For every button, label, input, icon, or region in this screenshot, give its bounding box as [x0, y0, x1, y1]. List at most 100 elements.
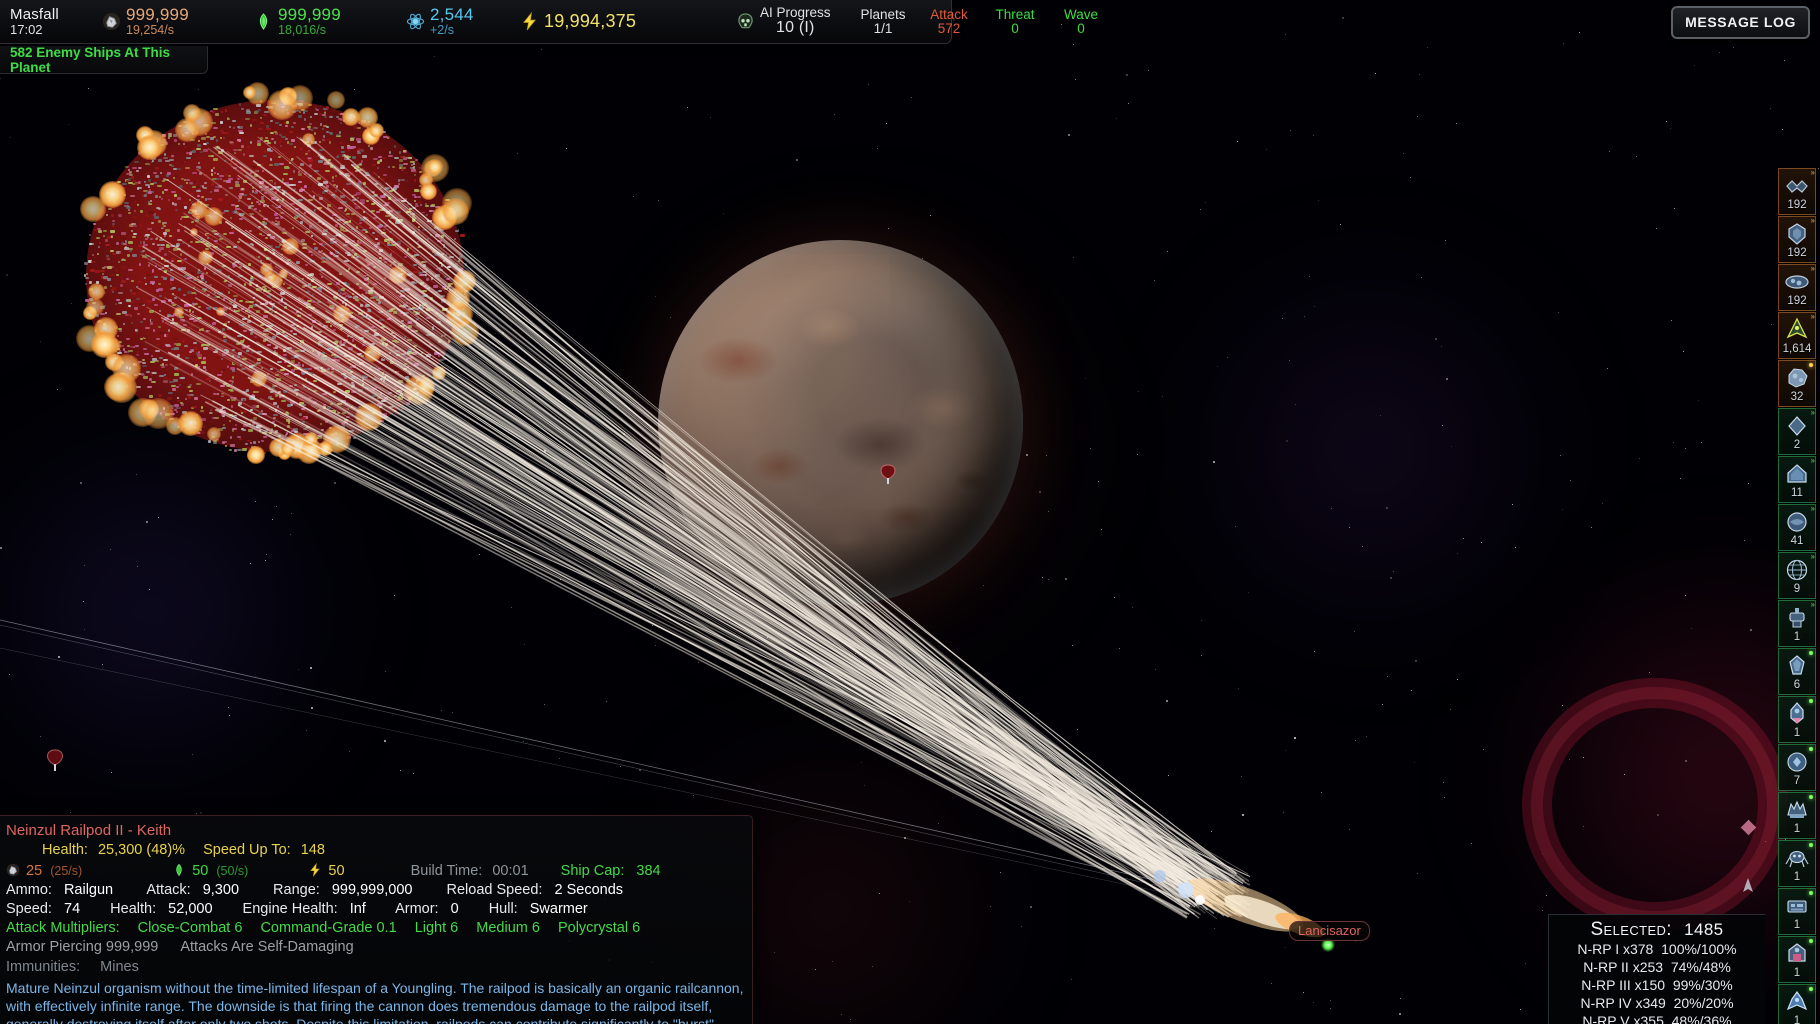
stat-attack-label: Attack	[930, 6, 968, 22]
game-clock: 17:02	[10, 21, 43, 37]
sidebar-item-dome-structure[interactable]: » 11	[1778, 456, 1816, 503]
resource-crystal[interactable]: 999,999 18,016/s	[254, 6, 402, 36]
sidebar-item-count: 1	[1793, 919, 1801, 931]
sidebar-item-count: 1	[1793, 823, 1801, 835]
shield-ship-icon	[1788, 223, 1806, 245]
selected-row: N-RP IV x349 20%/20%	[1549, 995, 1765, 1013]
multiplier-4: Polycrystal 6	[557, 920, 641, 937]
sidebar-item-globe-station[interactable]: » 9	[1778, 552, 1816, 599]
planet-structure-icon[interactable]	[879, 463, 897, 485]
selected-row-stats: 20%/20%	[1673, 994, 1734, 1011]
sidebar-item-shield-ship[interactable]: » 192	[1778, 216, 1816, 263]
build-time-label: Build Time:	[410, 862, 483, 879]
self-damaging: Attacks Are Self-Damaging	[180, 939, 354, 956]
ship-cost-row: 25 (25/s) 50 (50/s) 50 Build Time: 00:01…	[6, 862, 744, 881]
crystal-station-icon	[1789, 655, 1805, 675]
sidebar-item-count: 6	[1793, 679, 1801, 691]
selected-units-panel: Selected: 1485 N-RP I x378 100%/100% N-RP…	[1548, 914, 1765, 1024]
sidebar-item-count: 192	[1787, 295, 1807, 307]
planet[interactable]	[658, 240, 1023, 605]
sidebar-item-blue-swarm[interactable]: 1	[1778, 984, 1816, 1024]
sidebar-item-swarm-ship[interactable]: » 192	[1778, 168, 1816, 215]
selected-row-name: N-RP I	[1577, 941, 1620, 957]
home-command-icon	[1788, 943, 1806, 962]
globe-station-icon	[1786, 559, 1808, 581]
selected-total: 1485	[1684, 920, 1724, 939]
ammo-label: Ammo:	[6, 882, 52, 899]
ai-progress-group[interactable]: AI Progress 10 (I)	[736, 6, 848, 36]
stat-wave-label: Wave	[1063, 6, 1098, 22]
message-log-button[interactable]: MESSAGE LOG	[1671, 6, 1810, 39]
sidebar-item-diamond-ship[interactable]: » 2	[1778, 408, 1816, 455]
selected-row: N-RP I x378 100%/100%	[1549, 941, 1765, 959]
reload-value: 2 Seconds	[554, 882, 624, 899]
sidebar-item-fighter-ship[interactable]: » 1,614	[1778, 312, 1816, 359]
sidebar-item-gem-ship[interactable]: 7	[1778, 744, 1816, 791]
sidebar-item-crystal-station[interactable]: 6	[1778, 648, 1816, 695]
sidebar-item-count: 192	[1787, 247, 1807, 259]
sidebar-item-orb-ship[interactable]: » 41	[1778, 504, 1816, 551]
crystal-amount: 999,999	[278, 5, 341, 25]
ship-health-row: Health: 25,300 (48)% Speed Up To: 148	[6, 841, 744, 860]
stat-attack[interactable]: Attack 572	[918, 6, 980, 36]
resource-metal[interactable]: 999,999 19,254/s	[102, 6, 250, 36]
stat-planets-label: Planets	[860, 6, 906, 22]
sidebar-item-cloud-ship[interactable]: » 192	[1778, 264, 1816, 311]
selected-row-stats: 48%/36%	[1671, 1012, 1732, 1024]
stat-threat[interactable]: Threat 0	[984, 7, 1046, 36]
upgrade-chevrons-icon: »	[1810, 264, 1816, 273]
speed-label: Speed:	[6, 901, 52, 918]
metal-cost-rate: (25/s)	[50, 863, 83, 878]
metal-rate: 19,254/s	[126, 22, 174, 37]
swarm-ship-icon	[1786, 180, 1808, 193]
sidebar-item-count: 1	[1793, 1015, 1801, 1024]
metal-icon	[102, 12, 121, 31]
multiplier-0: Close-Combat 6	[137, 920, 243, 937]
planet-atmosphere-limb	[658, 240, 1023, 605]
sidebar-item-spider-station[interactable]: 1	[1778, 840, 1816, 887]
range-label: Range:	[273, 882, 320, 899]
ship-type-sidebar[interactable]: » 192» 192» 192» 1,614 32» 2» 11» 41» 9» 1 6 1 7 1 1 1 1 1…	[1778, 168, 1818, 1024]
selected-row-count: x355	[1633, 1012, 1664, 1024]
attack-multipliers-row: Attack Multipliers: Close-Combat 6 Comma…	[6, 919, 744, 938]
engine-health-label: Engine Health:	[242, 901, 338, 918]
selected-row-count: x253	[1632, 958, 1664, 975]
status-dot	[1809, 747, 1813, 751]
upgrade-chevrons-icon: »	[1810, 312, 1816, 321]
sidebar-item-command-ship[interactable]: 1	[1778, 696, 1816, 743]
speed-value: 74	[64, 901, 81, 918]
ship-cap-label: Ship Cap:	[560, 862, 625, 879]
resource-energy[interactable]: 19,994,375	[520, 12, 706, 31]
sidebar-item-block-station[interactable]: 1	[1778, 888, 1816, 935]
enemy-fleet-label[interactable]: Lancisazor	[1289, 921, 1370, 941]
sidebar-item-asteroid[interactable]: 32	[1778, 360, 1816, 407]
selected-row-stats: 99%/30%	[1672, 976, 1733, 993]
resource-knowledge[interactable]: 2,544 +2/s	[406, 6, 516, 36]
asteroid-icon	[1788, 368, 1808, 388]
metal-cost: 25	[26, 862, 43, 879]
sidebar-item-count: 1,614	[1782, 343, 1812, 355]
sidebar-item-crown-ship[interactable]: 1	[1778, 792, 1816, 839]
health-value: 25,300 (48)%	[97, 841, 186, 858]
gem-ship-icon	[1787, 752, 1807, 772]
top-resource-bar: Masfall 17:02 999,999 19,254/s 999,999 1…	[0, 0, 1098, 44]
diamond-ship-icon	[1788, 416, 1806, 436]
upgrade-chevrons-icon: »	[1810, 168, 1816, 177]
sidebar-item-count: 32	[1790, 391, 1804, 403]
planet-name-group[interactable]: Masfall 17:02	[10, 7, 88, 36]
sidebar-item-turret[interactable]: » 1	[1778, 600, 1816, 647]
sidebar-item-home-command[interactable]: 1	[1778, 936, 1816, 983]
stat-attack-value: 572	[937, 20, 961, 36]
stat-planets[interactable]: Planets 1/1	[852, 6, 914, 36]
dome-structure-icon	[1787, 464, 1807, 483]
armor-piercing-row: Armor Piercing 999,999 Attacks Are Self-…	[6, 938, 744, 957]
energy-cost: 50	[328, 862, 345, 879]
crystal-cost-icon	[176, 863, 182, 877]
stat-wave[interactable]: Wave 0	[1050, 6, 1112, 36]
enemy-fleet-marker-left[interactable]	[45, 748, 65, 772]
selected-row: N-RP III x150 99%/30%	[1549, 977, 1765, 995]
ship-stats-row-2: Speed: 74 Health: 52,000 Engine Health: …	[6, 900, 744, 919]
engine-health-value: Inf	[349, 901, 366, 918]
ship-info-panel: Neinzul Railpod II - Keith Health: 25,30…	[0, 815, 753, 1024]
friendly-ship-swarm[interactable]	[62, 82, 482, 472]
